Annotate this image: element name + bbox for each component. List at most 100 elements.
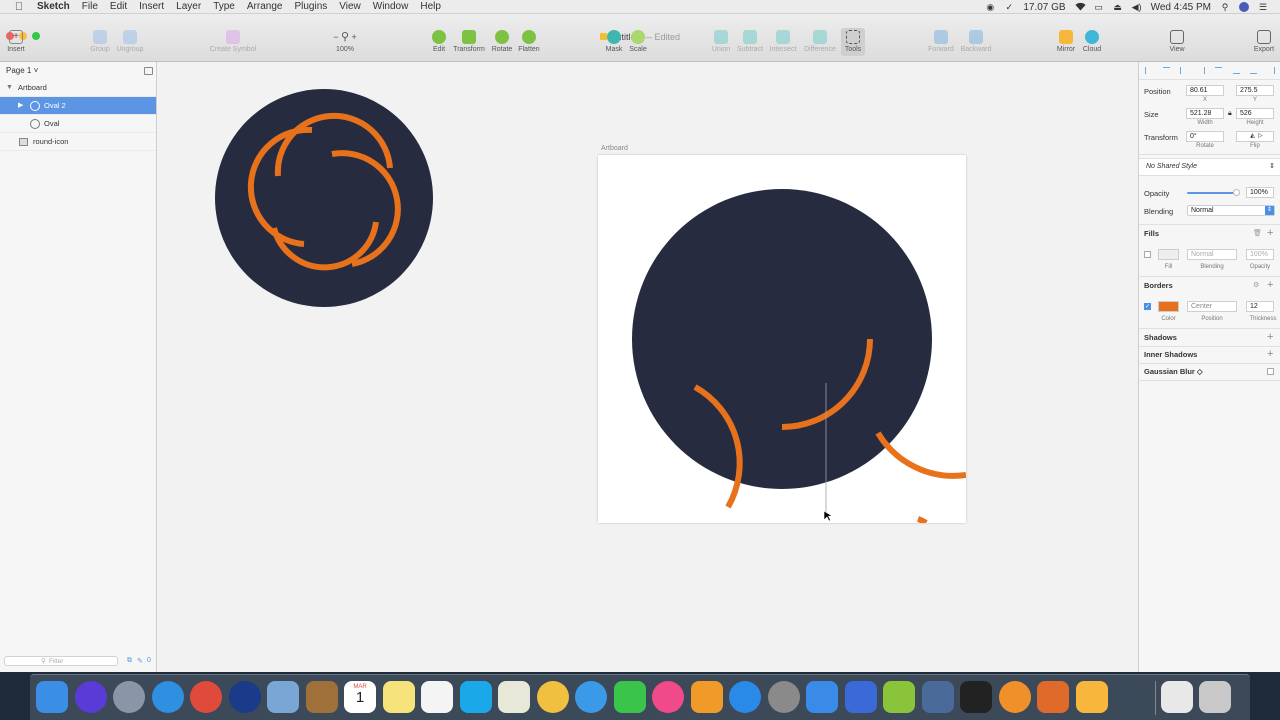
group-button[interactable]: Group — [88, 30, 112, 53]
add-border-icon[interactable]: + — [1267, 280, 1273, 291]
menu-edit[interactable]: Edit — [110, 1, 127, 12]
artboard-title[interactable]: Artboard — [601, 145, 628, 152]
itunes-icon[interactable] — [652, 681, 684, 713]
siri-icon[interactable] — [74, 681, 107, 713]
layer-artboard[interactable]: ▼ Artboard — [0, 79, 156, 97]
facetime-icon[interactable] — [613, 681, 646, 713]
rotate-button[interactable]: Rotate — [489, 30, 515, 53]
flatten-button[interactable]: Flatten — [516, 30, 542, 53]
view-button[interactable]: View — [1166, 30, 1188, 53]
menu-type[interactable]: Type — [213, 1, 235, 12]
export-button[interactable]: Export — [1252, 30, 1276, 53]
record-icon[interactable]: ◉ — [985, 2, 995, 12]
safari-icon[interactable] — [151, 681, 184, 713]
opacity-field[interactable]: 100% — [1246, 187, 1274, 198]
menu-arrange[interactable]: Arrange — [247, 1, 283, 12]
add-fill-icon[interactable]: + — [1267, 228, 1273, 239]
ibooks-icon[interactable] — [690, 681, 723, 713]
artboard-content[interactable] — [598, 155, 966, 523]
maps-icon[interactable] — [498, 681, 530, 713]
height-field[interactable]: 526 — [1236, 108, 1274, 119]
slices-filter-icon[interactable]: ✎ — [137, 657, 143, 665]
border-position-select[interactable]: Center — [1187, 301, 1237, 312]
subtract-button[interactable]: Subtract — [735, 30, 765, 53]
skype-icon[interactable] — [459, 681, 492, 713]
zoom-control[interactable]: − ⚲ + 100% — [324, 30, 366, 53]
align-center-icon[interactable] — [1180, 67, 1187, 74]
x-position-field[interactable]: 80.61 — [1186, 85, 1224, 96]
contacts-icon[interactable] — [305, 681, 338, 713]
disclosure-open-icon[interactable]: ▼ — [6, 79, 13, 97]
align-bottom-icon[interactable] — [1250, 67, 1258, 74]
scale-button[interactable]: Scale — [627, 30, 649, 53]
list-icon[interactable]: ☰ — [1258, 2, 1268, 12]
gaussian-blur-header[interactable]: Gaussian Blur ◇ — [1144, 367, 1203, 376]
volume-icon[interactable]: ◀) — [1132, 2, 1142, 12]
width-field[interactable]: 521.28 — [1186, 108, 1224, 119]
wifi-icon[interactable] — [1075, 2, 1086, 12]
fill-blending-select[interactable]: Normal — [1187, 249, 1237, 260]
collapse-pages-icon[interactable] — [144, 67, 153, 75]
blending-select[interactable]: Normal ⇕ — [1187, 205, 1275, 216]
add-shadow-icon[interactable]: + — [1267, 332, 1273, 343]
forward-button[interactable]: Forward — [926, 30, 956, 53]
trash-icon[interactable] — [1199, 681, 1231, 713]
transform-button[interactable]: Transform — [452, 30, 486, 53]
siri-icon[interactable] — [1239, 2, 1249, 12]
opacity-slider[interactable] — [1187, 189, 1240, 196]
system-preferences-icon[interactable] — [767, 681, 800, 713]
round-icon-image[interactable] — [214, 88, 434, 308]
gear-icon[interactable]: ⚙ — [1253, 281, 1259, 289]
tools-button[interactable]: Tools — [841, 28, 865, 56]
chrome-icon[interactable] — [190, 681, 222, 713]
flip-vertical-icon[interactable]: ▷ — [1258, 133, 1263, 139]
opacity-slider-knob[interactable] — [1233, 189, 1240, 196]
ungroup-button[interactable]: Ungroup — [114, 30, 146, 53]
border-checkbox[interactable]: ✓ — [1144, 303, 1151, 310]
edit-button[interactable]: Edit — [429, 30, 449, 53]
documents-icon[interactable] — [1160, 681, 1193, 713]
difference-button[interactable]: Difference — [801, 30, 839, 53]
disclosure-closed-icon[interactable]: ▶ — [18, 97, 23, 115]
eject-icon[interactable]: ⏏ — [1113, 2, 1123, 12]
preview-icon[interactable] — [267, 681, 299, 713]
layer-oval-2[interactable]: ▶ Oval 2 — [0, 97, 156, 115]
terminal-icon[interactable] — [960, 681, 992, 713]
create-symbol-button[interactable]: Create Symbol — [205, 30, 261, 53]
search-icon[interactable]: ⚲ — [1220, 2, 1230, 12]
trash-icon[interactable]: 🗑︎ — [1253, 229, 1262, 237]
menu-view[interactable]: View — [339, 1, 361, 12]
lock-ratio-icon[interactable]: 🔒︎ — [1228, 110, 1232, 118]
y-position-field[interactable]: 275.5 — [1236, 85, 1274, 96]
fill-opacity-field[interactable]: 100% — [1246, 249, 1274, 260]
messages-icon[interactable] — [575, 681, 607, 713]
align-middle-icon[interactable] — [1232, 67, 1240, 74]
menu-app-name[interactable]: Sketch — [37, 1, 70, 12]
app-store-icon[interactable] — [729, 681, 761, 713]
migration-icon[interactable] — [921, 681, 954, 713]
finder-icon[interactable] — [36, 681, 68, 713]
zoom-out-button[interactable]: − — [333, 32, 338, 42]
border-color-swatch[interactable] — [1158, 301, 1179, 312]
intersect-button[interactable]: Intersect — [767, 30, 799, 53]
add-inner-shadow-icon[interactable]: + — [1267, 349, 1273, 360]
rotate-field[interactable]: 0° — [1186, 131, 1224, 142]
mask-button[interactable]: Mask — [603, 30, 625, 53]
blueprint-icon[interactable] — [844, 681, 877, 713]
apple-icon[interactable]:  — [12, 1, 26, 13]
calendar-icon[interactable]: MAR 1 — [344, 681, 376, 713]
canvas[interactable]: Artboard — [157, 62, 1138, 672]
mirror-button[interactable]: Mirror — [1054, 30, 1078, 53]
align-right-icon[interactable] — [1198, 67, 1205, 74]
reminders-icon[interactable] — [421, 681, 453, 713]
bitcoin-icon[interactable] — [998, 681, 1031, 713]
zoom-in-button[interactable]: + — [352, 32, 357, 42]
union-button[interactable]: Union — [709, 30, 733, 53]
border-thickness-field[interactable]: 12 — [1246, 301, 1274, 312]
symbols-filter-icon[interactable]: ⧉ — [127, 657, 132, 665]
sketch-icon[interactable] — [1075, 681, 1108, 713]
page-selector[interactable]: Page 1 ˅ — [6, 66, 38, 75]
launchpad-icon[interactable] — [113, 681, 145, 713]
layer-filter-input[interactable]: ⚲ Filter — [4, 656, 118, 666]
menu-help[interactable]: Help — [420, 1, 441, 12]
